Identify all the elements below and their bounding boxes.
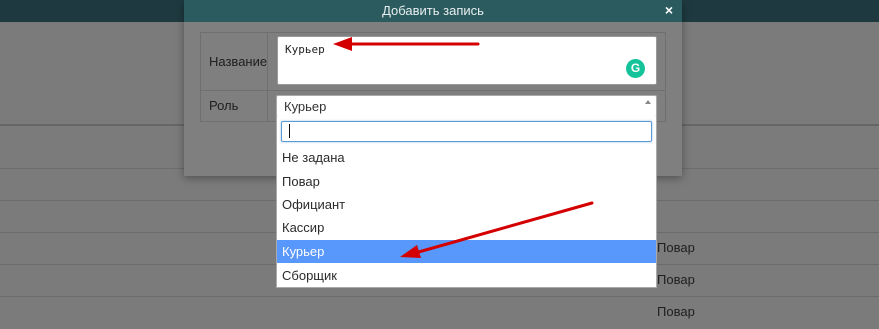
role-select[interactable]: Курьер (276, 95, 657, 117)
background-cell: Повар (657, 272, 695, 287)
modal-title: Добавить запись (382, 3, 484, 18)
dropdown-option[interactable]: Сборщик (277, 264, 656, 287)
dropdown-search-input[interactable] (281, 121, 652, 142)
dropdown-option[interactable]: Повар (277, 170, 656, 193)
background-cell: Повар (657, 240, 695, 255)
dropdown-option[interactable]: Официант (277, 193, 656, 216)
dropdown-option[interactable]: Не задана (277, 146, 656, 169)
text-cursor (289, 124, 290, 138)
background-cell: Повар (657, 304, 695, 319)
name-textarea[interactable]: Курьер (277, 36, 657, 85)
role-label: Роль (209, 98, 239, 113)
name-label: Название (209, 54, 268, 69)
grammarly-icon[interactable]: G (626, 59, 645, 78)
dropdown-option-highlighted[interactable]: Курьер (277, 240, 656, 263)
close-icon[interactable]: × (665, 2, 673, 18)
modal-header: Добавить запись × (184, 0, 682, 22)
form-row-divider (201, 90, 665, 91)
background-row-line (0, 296, 879, 297)
caret-up-icon (645, 100, 651, 104)
dropdown-option[interactable]: Кассир (277, 216, 656, 239)
